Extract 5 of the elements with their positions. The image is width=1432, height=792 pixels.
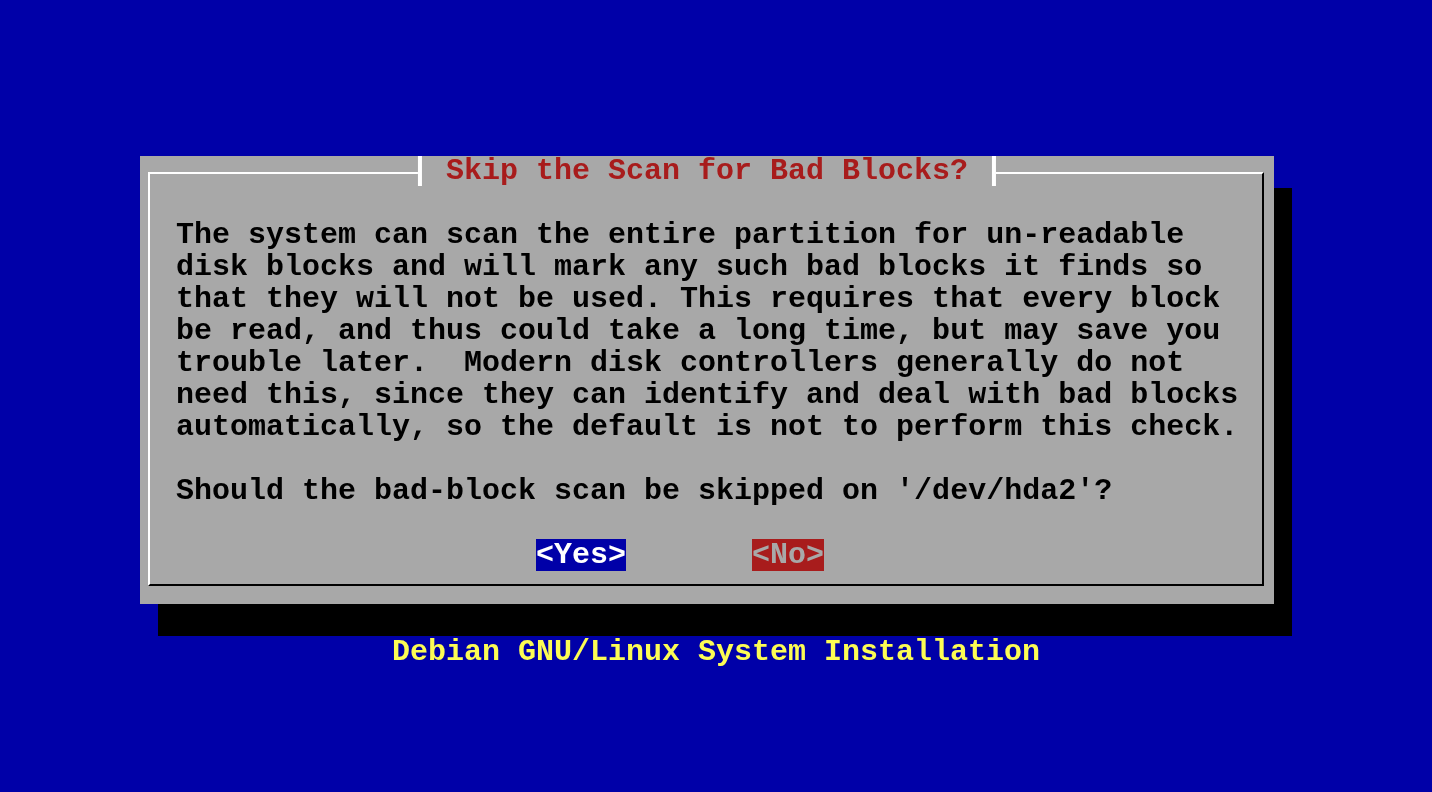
dialog-title: Skip the Scan for Bad Blocks? [417, 156, 997, 186]
question-text: Should the bad-block scan be skipped on '/dev/hda2'? [176, 475, 1113, 507]
footer-title: Debian GNU/Linux System Installation [391, 636, 1041, 668]
message-text: The system can scan the entire partition for un-readable disk blocks and will mark any such bad blocks it finds so that they will not be used. This requires that every block be read, and thus could take a long time, but may save you trouble later. Modern disk controllers generally do not need this, since they can identify and deal with bad blocks automatically, so the default is not to perform this check. [176, 219, 1239, 443]
dialog-button[interactable]: <Yes> [536, 539, 626, 571]
